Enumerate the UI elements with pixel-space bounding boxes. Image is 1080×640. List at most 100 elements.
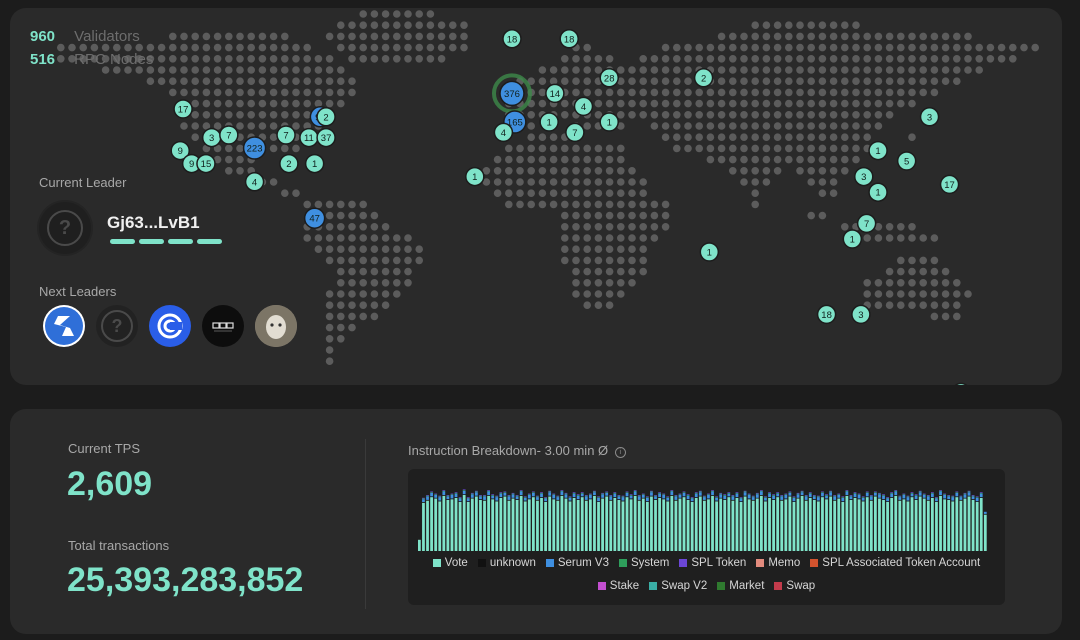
bar-segment-spl-token	[808, 492, 812, 493]
land-dot	[583, 43, 591, 52]
land-dot	[762, 144, 771, 153]
legend-item-serum-v3[interactable]: Serum V3	[545, 557, 609, 569]
legend-item-system[interactable]: System	[619, 557, 669, 569]
next-leader-avatar-2[interactable]: ?	[96, 305, 138, 347]
node-cluster-7[interactable]: 4	[244, 172, 265, 192]
bar-segment-serum-v3	[707, 495, 710, 499]
chart-legend-row-2: Stake Swap V2 Market Swap	[408, 580, 1005, 592]
node-cluster-18[interactable]: 376	[491, 73, 532, 114]
node-cluster-26[interactable]: 7	[565, 122, 585, 143]
node-cluster-25[interactable]: 4	[493, 122, 514, 143]
land-dot	[572, 189, 580, 197]
node-cluster-15[interactable]: 47	[303, 207, 326, 229]
land-dot	[236, 55, 244, 63]
land-dot	[807, 32, 815, 41]
land-dot	[829, 77, 838, 85]
node-cluster-21[interactable]: 14	[545, 83, 565, 104]
land-dot	[785, 77, 793, 85]
node-cluster-9[interactable]: 2	[279, 153, 299, 174]
node-cluster-1[interactable]: 3	[201, 127, 222, 148]
land-dot	[337, 267, 345, 276]
node-cluster-13[interactable]: 37	[316, 127, 336, 148]
node-cluster-2[interactable]: 7	[219, 125, 239, 145]
node-cluster-33[interactable]: 1	[868, 182, 888, 202]
info-icon[interactable]: i	[614, 447, 626, 458]
node-cluster-39[interactable]: 3	[851, 304, 871, 325]
bar-segment-spl-token	[918, 490, 922, 492]
node-cluster-38[interactable]: 18	[816, 304, 837, 325]
node-cluster-37[interactable]: 1	[699, 242, 720, 262]
node-cluster-24[interactable]: 1	[539, 112, 559, 132]
current-leader-name[interactable]: Gj63...LvB1	[107, 213, 200, 233]
bar-segment-system	[593, 491, 596, 493]
bar-segment-system	[711, 490, 714, 492]
land-dot	[269, 77, 278, 85]
land-dot	[561, 223, 569, 231]
land-dot	[236, 77, 244, 85]
land-dot	[650, 111, 659, 119]
legend-item-unknown[interactable]: unknown	[477, 557, 536, 569]
node-cluster-6[interactable]: 223	[242, 136, 267, 160]
next-leader-avatar-4[interactable]	[202, 305, 244, 347]
node-cluster-29[interactable]: 3	[919, 107, 940, 127]
next-leader-avatar-3[interactable]	[149, 305, 191, 347]
node-cluster-10[interactable]: 11	[299, 127, 319, 148]
node-cluster-30[interactable]: 1	[868, 140, 888, 161]
land-dot	[617, 200, 625, 209]
node-cluster-14[interactable]: 1	[304, 153, 325, 174]
next-leader-avatar-5[interactable]	[255, 305, 297, 347]
node-cluster-32[interactable]: 3	[854, 166, 874, 187]
bar-segment-unknown	[662, 498, 666, 500]
node-cluster-31[interactable]: 5	[896, 151, 917, 171]
cluster-count: 18	[507, 34, 518, 45]
land-dot	[381, 245, 390, 253]
node-cluster-22[interactable]: 4	[573, 96, 594, 117]
land-dot	[874, 279, 883, 287]
land-dot	[785, 99, 793, 108]
node-cluster-17[interactable]: 18	[559, 29, 579, 49]
legend-swatch	[619, 559, 627, 567]
legend-item-spl-token[interactable]: SPL Token	[679, 557, 746, 569]
land-dot	[225, 144, 233, 153]
node-cluster-27[interactable]: 1	[599, 112, 619, 132]
legend-item-memo[interactable]: Memo	[756, 557, 800, 569]
bar-segment-spl-token	[853, 492, 857, 493]
bar-segment-spl-token	[865, 491, 869, 493]
node-cluster-28[interactable]: 1	[465, 166, 485, 187]
bar-segment-unknown	[768, 497, 771, 498]
node-cluster-16[interactable]: 18	[502, 29, 522, 49]
bar-segment-system	[931, 492, 934, 494]
node-cluster-19[interactable]: 28	[599, 68, 619, 88]
node-cluster-34[interactable]: 17	[939, 174, 960, 195]
bar-segment-spl-token	[523, 496, 527, 498]
legend-item-swap-v2[interactable]: Swap V2	[649, 580, 707, 592]
legend-item-spl-associated-token-account[interactable]: SPL Associated Token Account	[810, 557, 980, 569]
land-dot	[785, 133, 793, 141]
node-cluster-20[interactable]: 2	[693, 68, 714, 88]
node-cluster-12[interactable]: 2	[316, 107, 336, 127]
node-cluster-5[interactable]: 15	[196, 153, 216, 174]
land-dot	[762, 88, 771, 97]
bar-segment-serum-v3	[617, 496, 621, 500]
land-dot	[527, 155, 535, 164]
land-dot	[426, 32, 435, 41]
land-dot	[729, 99, 737, 108]
node-cluster-40[interactable]: 1	[952, 382, 970, 385]
bar-segment-unknown	[694, 497, 698, 498]
legend-item-swap[interactable]: Swap	[774, 580, 815, 592]
land-dot	[549, 66, 558, 74]
land-dot	[919, 43, 927, 52]
current-leader-avatar[interactable]: ?	[39, 202, 91, 254]
next-leader-avatar-1[interactable]	[43, 305, 85, 347]
legend-item-vote[interactable]: Vote	[432, 557, 468, 569]
node-cluster-0[interactable]: 17	[173, 99, 193, 119]
land-dot	[393, 32, 401, 41]
node-cluster-36[interactable]: 1	[842, 229, 863, 249]
node-cluster-35[interactable]: 7	[856, 213, 877, 234]
land-dot	[785, 32, 793, 41]
land-dot	[717, 32, 726, 41]
node-cluster-8[interactable]: 7	[276, 125, 296, 145]
legend-item-market[interactable]: Market	[717, 580, 764, 592]
land-dot	[348, 301, 356, 310]
legend-item-stake[interactable]: Stake	[597, 580, 639, 592]
